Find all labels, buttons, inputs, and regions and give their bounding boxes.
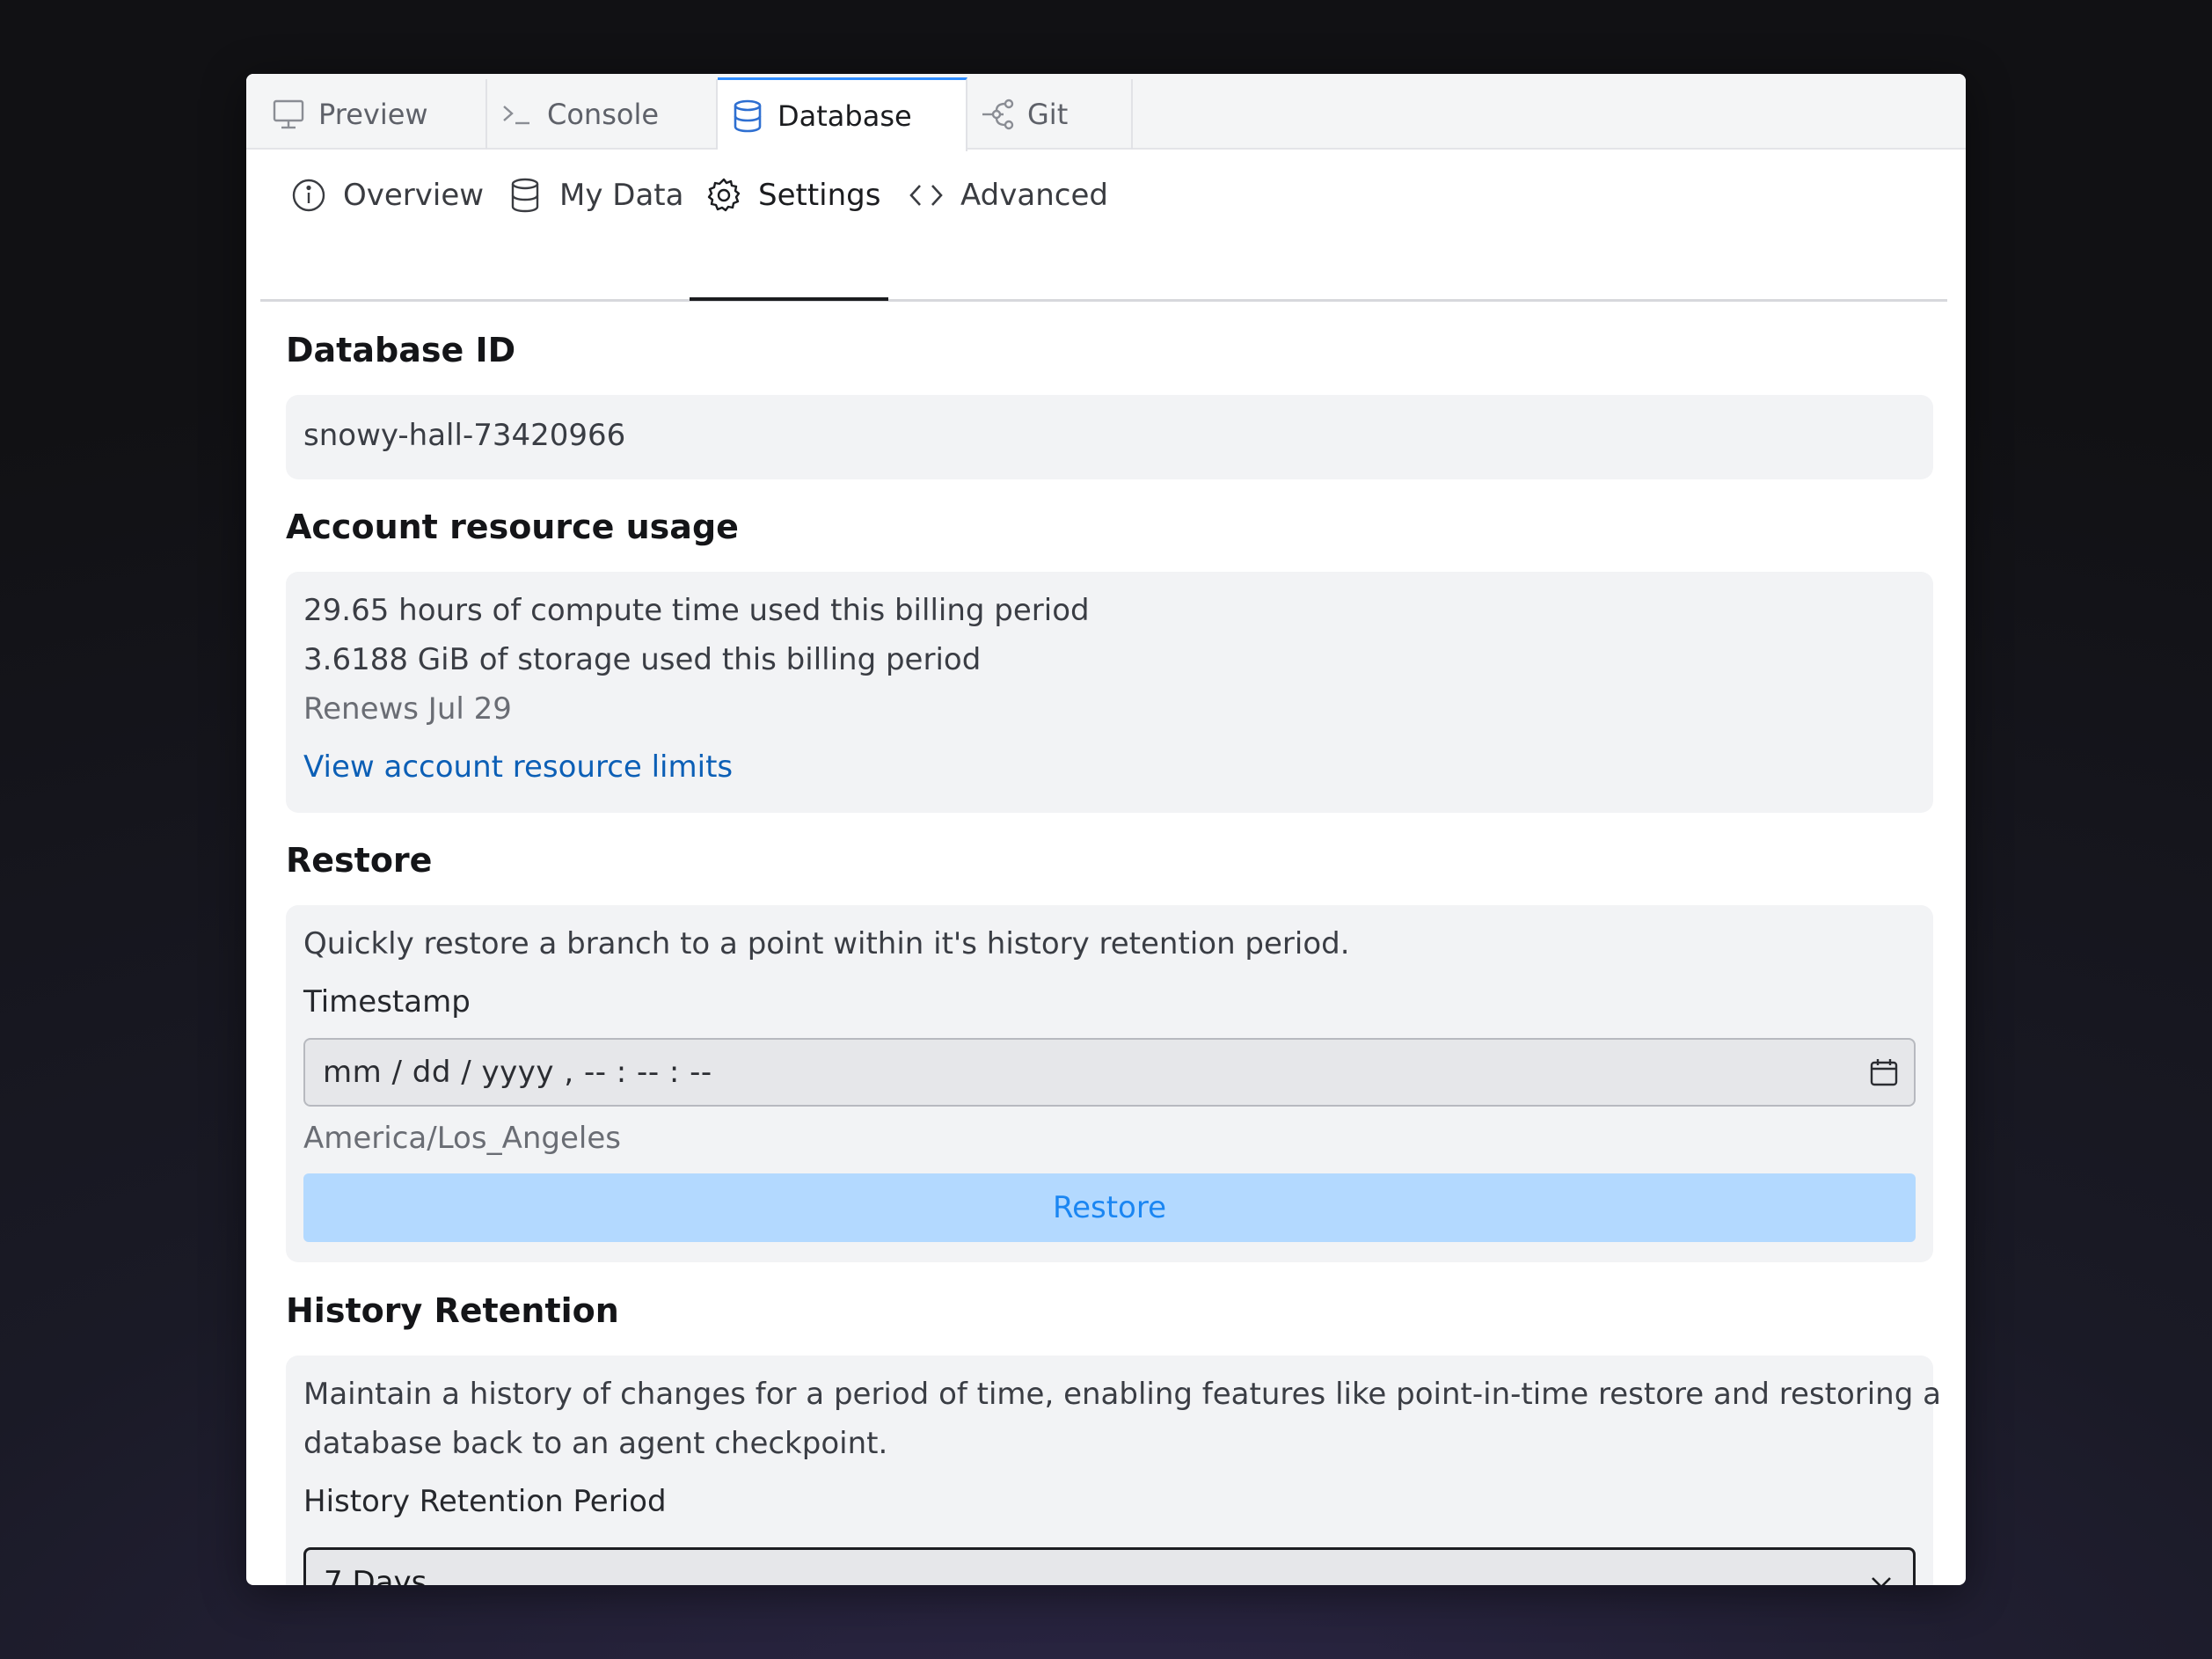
timestamp-input[interactable]: mm / dd / yyyy , -- : -- : -- <box>303 1038 1916 1107</box>
view-resource-limits-link[interactable]: View account resource limits <box>303 749 733 785</box>
info-icon <box>290 177 327 214</box>
database-id-card: snowy-hall-73420966 <box>286 395 1933 479</box>
database-icon <box>730 99 765 134</box>
git-branch-icon <box>980 97 1015 132</box>
subtab-label: Overview <box>343 178 485 213</box>
restore-description: Quickly restore a branch to a point with… <box>303 926 1350 961</box>
tab-database[interactable]: Database <box>718 77 967 151</box>
history-period-label: History Retention Period <box>303 1484 667 1519</box>
tab-git[interactable]: Git <box>967 79 1133 150</box>
usage-card: 29.65 hours of compute time used this bi… <box>286 572 1933 813</box>
storage-usage-text: 3.6188 GiB of storage used this billing … <box>303 642 982 677</box>
restore-title: Restore <box>286 841 433 880</box>
calendar-icon[interactable] <box>1866 1055 1902 1090</box>
renews-text: Renews Jul 29 <box>303 691 512 727</box>
history-title: History Retention <box>286 1291 619 1330</box>
active-subtab-indicator <box>690 297 888 301</box>
tab-label: Preview <box>318 98 428 131</box>
subtab-label: My Data <box>559 178 684 213</box>
top-tab-bar: Preview Console Database Git <box>246 74 1966 151</box>
database-id-value: snowy-hall-73420966 <box>303 418 626 453</box>
monitor-icon <box>271 97 306 132</box>
tab-label: Git <box>1027 98 1069 131</box>
terminal-icon <box>500 97 535 132</box>
timezone-text: America/Los_Angeles <box>303 1121 621 1156</box>
tab-console[interactable]: Console <box>487 79 718 150</box>
restore-button[interactable]: Restore <box>303 1173 1916 1242</box>
history-card: Maintain a history of changes for a peri… <box>286 1356 1941 1585</box>
subtab-settings[interactable]: Settings <box>705 171 880 220</box>
history-period-value: 7 Days <box>324 1565 427 1585</box>
database-panel-window: Preview Console Database Git Overview My… <box>246 74 1966 1585</box>
chevron-down-icon <box>1865 1567 1897 1585</box>
subtab-label: Advanced <box>960 178 1108 213</box>
history-description-line1: Maintain a history of changes for a peri… <box>303 1377 1941 1412</box>
gear-icon <box>705 177 742 214</box>
tab-label: Console <box>547 98 660 131</box>
history-period-select[interactable]: 7 Days <box>303 1547 1916 1585</box>
usage-title: Account resource usage <box>286 508 739 546</box>
database-id-title: Database ID <box>286 331 516 369</box>
tab-preview[interactable]: Preview <box>259 79 487 150</box>
timestamp-placeholder: mm / dd / yyyy , -- : -- : -- <box>323 1055 712 1090</box>
subtab-advanced[interactable]: Advanced <box>908 171 1108 220</box>
subtabs-divider <box>260 299 1947 302</box>
subtab-my-data[interactable]: My Data <box>507 171 683 220</box>
code-icon <box>908 177 945 214</box>
database-icon <box>507 177 544 214</box>
timestamp-label: Timestamp <box>303 984 471 1020</box>
history-description-line2: database back to an agent checkpoint. <box>303 1426 888 1461</box>
tab-label: Database <box>777 99 912 133</box>
restore-card: Quickly restore a branch to a point with… <box>286 905 1933 1262</box>
subtab-label: Settings <box>758 178 881 213</box>
compute-usage-text: 29.65 hours of compute time used this bi… <box>303 593 1090 628</box>
subtab-overview[interactable]: Overview <box>290 171 484 220</box>
